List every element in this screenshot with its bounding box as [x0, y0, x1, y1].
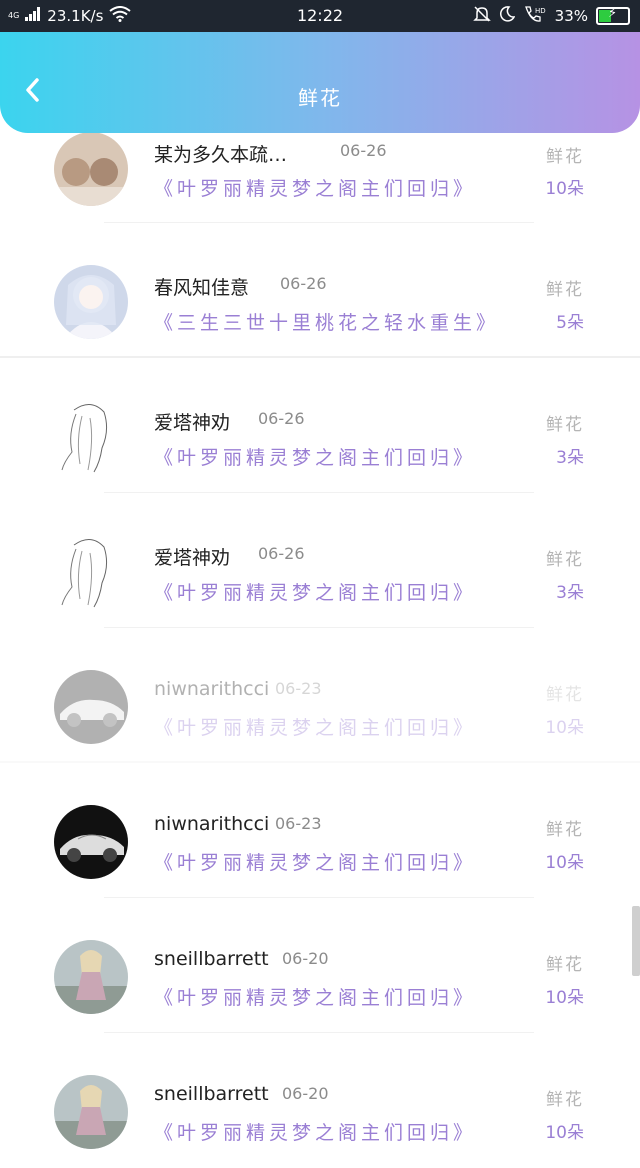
book-title[interactable]: 《叶罗丽精灵梦之阁主们回归》: [154, 443, 476, 470]
moon-icon: [499, 6, 515, 26]
app-header: 鲜花: [0, 32, 640, 133]
date: 06-20: [282, 1084, 329, 1103]
date: 06-26: [258, 544, 305, 563]
user-name: 爱塔神劝: [154, 547, 231, 569]
user-name: 爱塔神劝: [154, 412, 231, 434]
gift-count: 10朵: [545, 988, 584, 1008]
hd-call-icon: HD: [523, 5, 547, 27]
gift-label: 鲜花: [546, 955, 584, 975]
list-item[interactable]: 爱塔神劝 06-26 《叶罗丽精灵梦之阁主们回归》 鲜花 3朵: [0, 358, 640, 493]
avatar: [54, 265, 128, 339]
book-title[interactable]: 《叶罗丽精灵梦之阁主们回归》: [154, 713, 476, 740]
book-title[interactable]: 《叶罗丽精灵梦之阁主们回归》: [154, 848, 476, 875]
date: 06-23: [275, 814, 322, 833]
list-item[interactable]: 春风知佳意 06-26 《三生三世十里桃花之轻水重生》 鲜花 5朵: [0, 223, 640, 358]
gift-count: 3朵: [556, 448, 584, 468]
user-name: niwnarithcci: [154, 813, 270, 835]
gift-count: 3朵: [556, 583, 584, 603]
date: 06-26: [258, 409, 305, 428]
gift-label: 鲜花: [546, 415, 584, 435]
scrollbar[interactable]: [632, 906, 640, 976]
battery-percent: 33%: [554, 7, 588, 25]
page-title: 鲜花: [298, 86, 342, 110]
gift-count: 10朵: [545, 853, 584, 873]
date: 06-26: [280, 274, 327, 293]
book-title[interactable]: 《叶罗丽精灵梦之阁主们回归》: [154, 1118, 476, 1145]
list-item[interactable]: niwnarithcci 06-23 《叶罗丽精灵梦之阁主们回归》 鲜花 10朵: [0, 763, 640, 898]
battery-icon: ⚡: [596, 6, 630, 25]
gift-label: 鲜花: [546, 280, 584, 300]
gift-label: 鲜花: [546, 1090, 584, 1110]
avatar: [54, 535, 128, 609]
date: 06-23: [275, 679, 322, 698]
user-name: niwnarithcci: [154, 678, 270, 700]
mute-icon: [472, 5, 491, 27]
gift-count: 10朵: [545, 179, 584, 199]
list-item[interactable]: sneillbarrett 06-20 《叶罗丽精灵梦之阁主们回归》 鲜花 10…: [0, 1033, 640, 1168]
list-item[interactable]: sneillbarrett 06-20 《叶罗丽精灵梦之阁主们回归》 鲜花 10…: [0, 898, 640, 1033]
avatar: [54, 805, 128, 879]
book-title[interactable]: 《三生三世十里桃花之轻水重生》: [154, 308, 499, 335]
date: 06-20: [282, 949, 329, 968]
user-name: 某为多久本疏…: [154, 144, 288, 166]
svg-text:HD: HD: [535, 7, 546, 15]
avatar: [54, 400, 128, 474]
gift-count: 10朵: [545, 1123, 584, 1143]
book-title[interactable]: 《叶罗丽精灵梦之阁主们回归》: [154, 578, 476, 605]
list-item[interactable]: niwnarithcci 06-23 《叶罗丽精灵梦之阁主们回归》 鲜花 10朵: [0, 628, 640, 763]
book-title[interactable]: 《叶罗丽精灵梦之阁主们回归》: [154, 174, 476, 201]
user-name: sneillbarrett: [154, 1083, 269, 1105]
gift-label: 鲜花: [546, 147, 584, 167]
avatar: [54, 132, 128, 206]
gift-label: 鲜花: [546, 550, 584, 570]
gift-label: 鲜花: [546, 820, 584, 840]
user-name: sneillbarrett: [154, 948, 269, 970]
status-bar: 4G 23.1K/s 12:22 HD 33% ⚡: [0, 0, 640, 32]
list-item[interactable]: 爱塔神劝 06-26 《叶罗丽精灵梦之阁主们回归》 鲜花 3朵: [0, 493, 640, 628]
user-name: 春风知佳意: [154, 277, 250, 299]
gift-count: 10朵: [545, 718, 584, 738]
gift-count: 5朵: [556, 313, 584, 333]
avatar: [54, 940, 128, 1014]
book-title[interactable]: 《叶罗丽精灵梦之阁主们回归》: [154, 983, 476, 1010]
avatar: [54, 670, 128, 744]
date: 06-26: [340, 141, 387, 160]
gift-label: 鲜花: [546, 685, 584, 705]
